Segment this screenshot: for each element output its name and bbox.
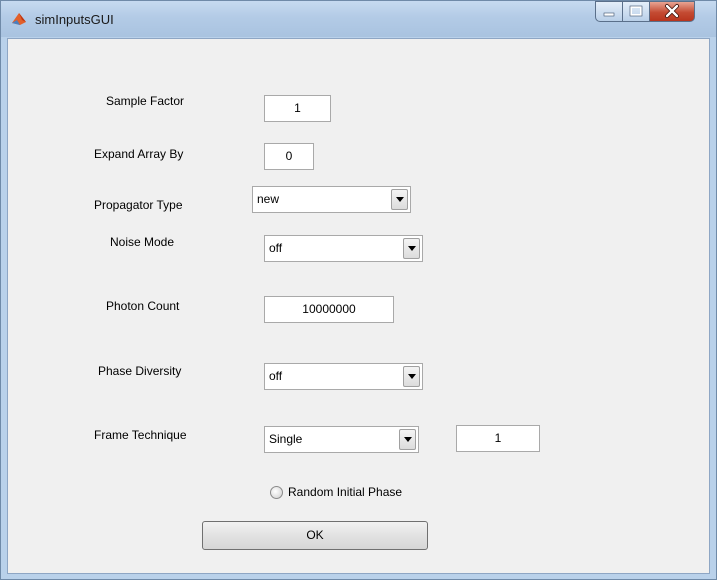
noise-mode-label: Noise Mode [110, 235, 175, 249]
minimize-button[interactable] [595, 1, 623, 22]
expand-array-by-label: Expand Array By [94, 147, 184, 161]
matlab-icon [12, 13, 26, 25]
title-bar[interactable]: simInputsGUI [1, 1, 716, 37]
propagator-type-value: new [257, 192, 280, 206]
noise-mode-select[interactable]: off [264, 235, 423, 262]
sample-factor-field[interactable]: 1 [264, 95, 331, 122]
noise-mode-value: off [269, 241, 283, 255]
frame-technique-label: Frame Technique [94, 428, 187, 442]
chevron-down-icon[interactable] [403, 366, 420, 387]
expand-array-by-field[interactable]: 0 [264, 143, 314, 170]
frame-count-field[interactable]: 1 [456, 425, 540, 452]
propagator-type-select[interactable]: new [252, 186, 411, 213]
ok-button[interactable]: OK [202, 521, 428, 550]
phase-diversity-label: Phase Diversity [98, 364, 182, 378]
photon-count-field[interactable]: 10000000 [264, 296, 394, 323]
phase-diversity-value: off [269, 369, 283, 383]
maximize-button[interactable] [622, 1, 650, 22]
window-title: simInputsGUI [35, 12, 114, 27]
propagator-type-label: Propagator Type [94, 198, 183, 212]
random-initial-phase-label[interactable]: Random Initial Phase [288, 485, 402, 499]
close-button[interactable] [649, 1, 695, 22]
maximize-icon [629, 5, 643, 17]
minimize-icon [603, 12, 615, 17]
phase-diversity-select[interactable]: off [264, 363, 423, 390]
close-icon [665, 4, 679, 18]
chevron-down-icon[interactable] [391, 189, 408, 210]
random-initial-phase-radio[interactable] [270, 486, 283, 499]
sample-factor-label: Sample Factor [106, 94, 185, 108]
frame-technique-select[interactable]: Single [264, 426, 419, 453]
chevron-down-icon[interactable] [403, 238, 420, 259]
photon-count-label: Photon Count [106, 299, 180, 313]
chevron-down-icon[interactable] [399, 429, 416, 450]
frame-technique-value: Single [269, 432, 303, 446]
